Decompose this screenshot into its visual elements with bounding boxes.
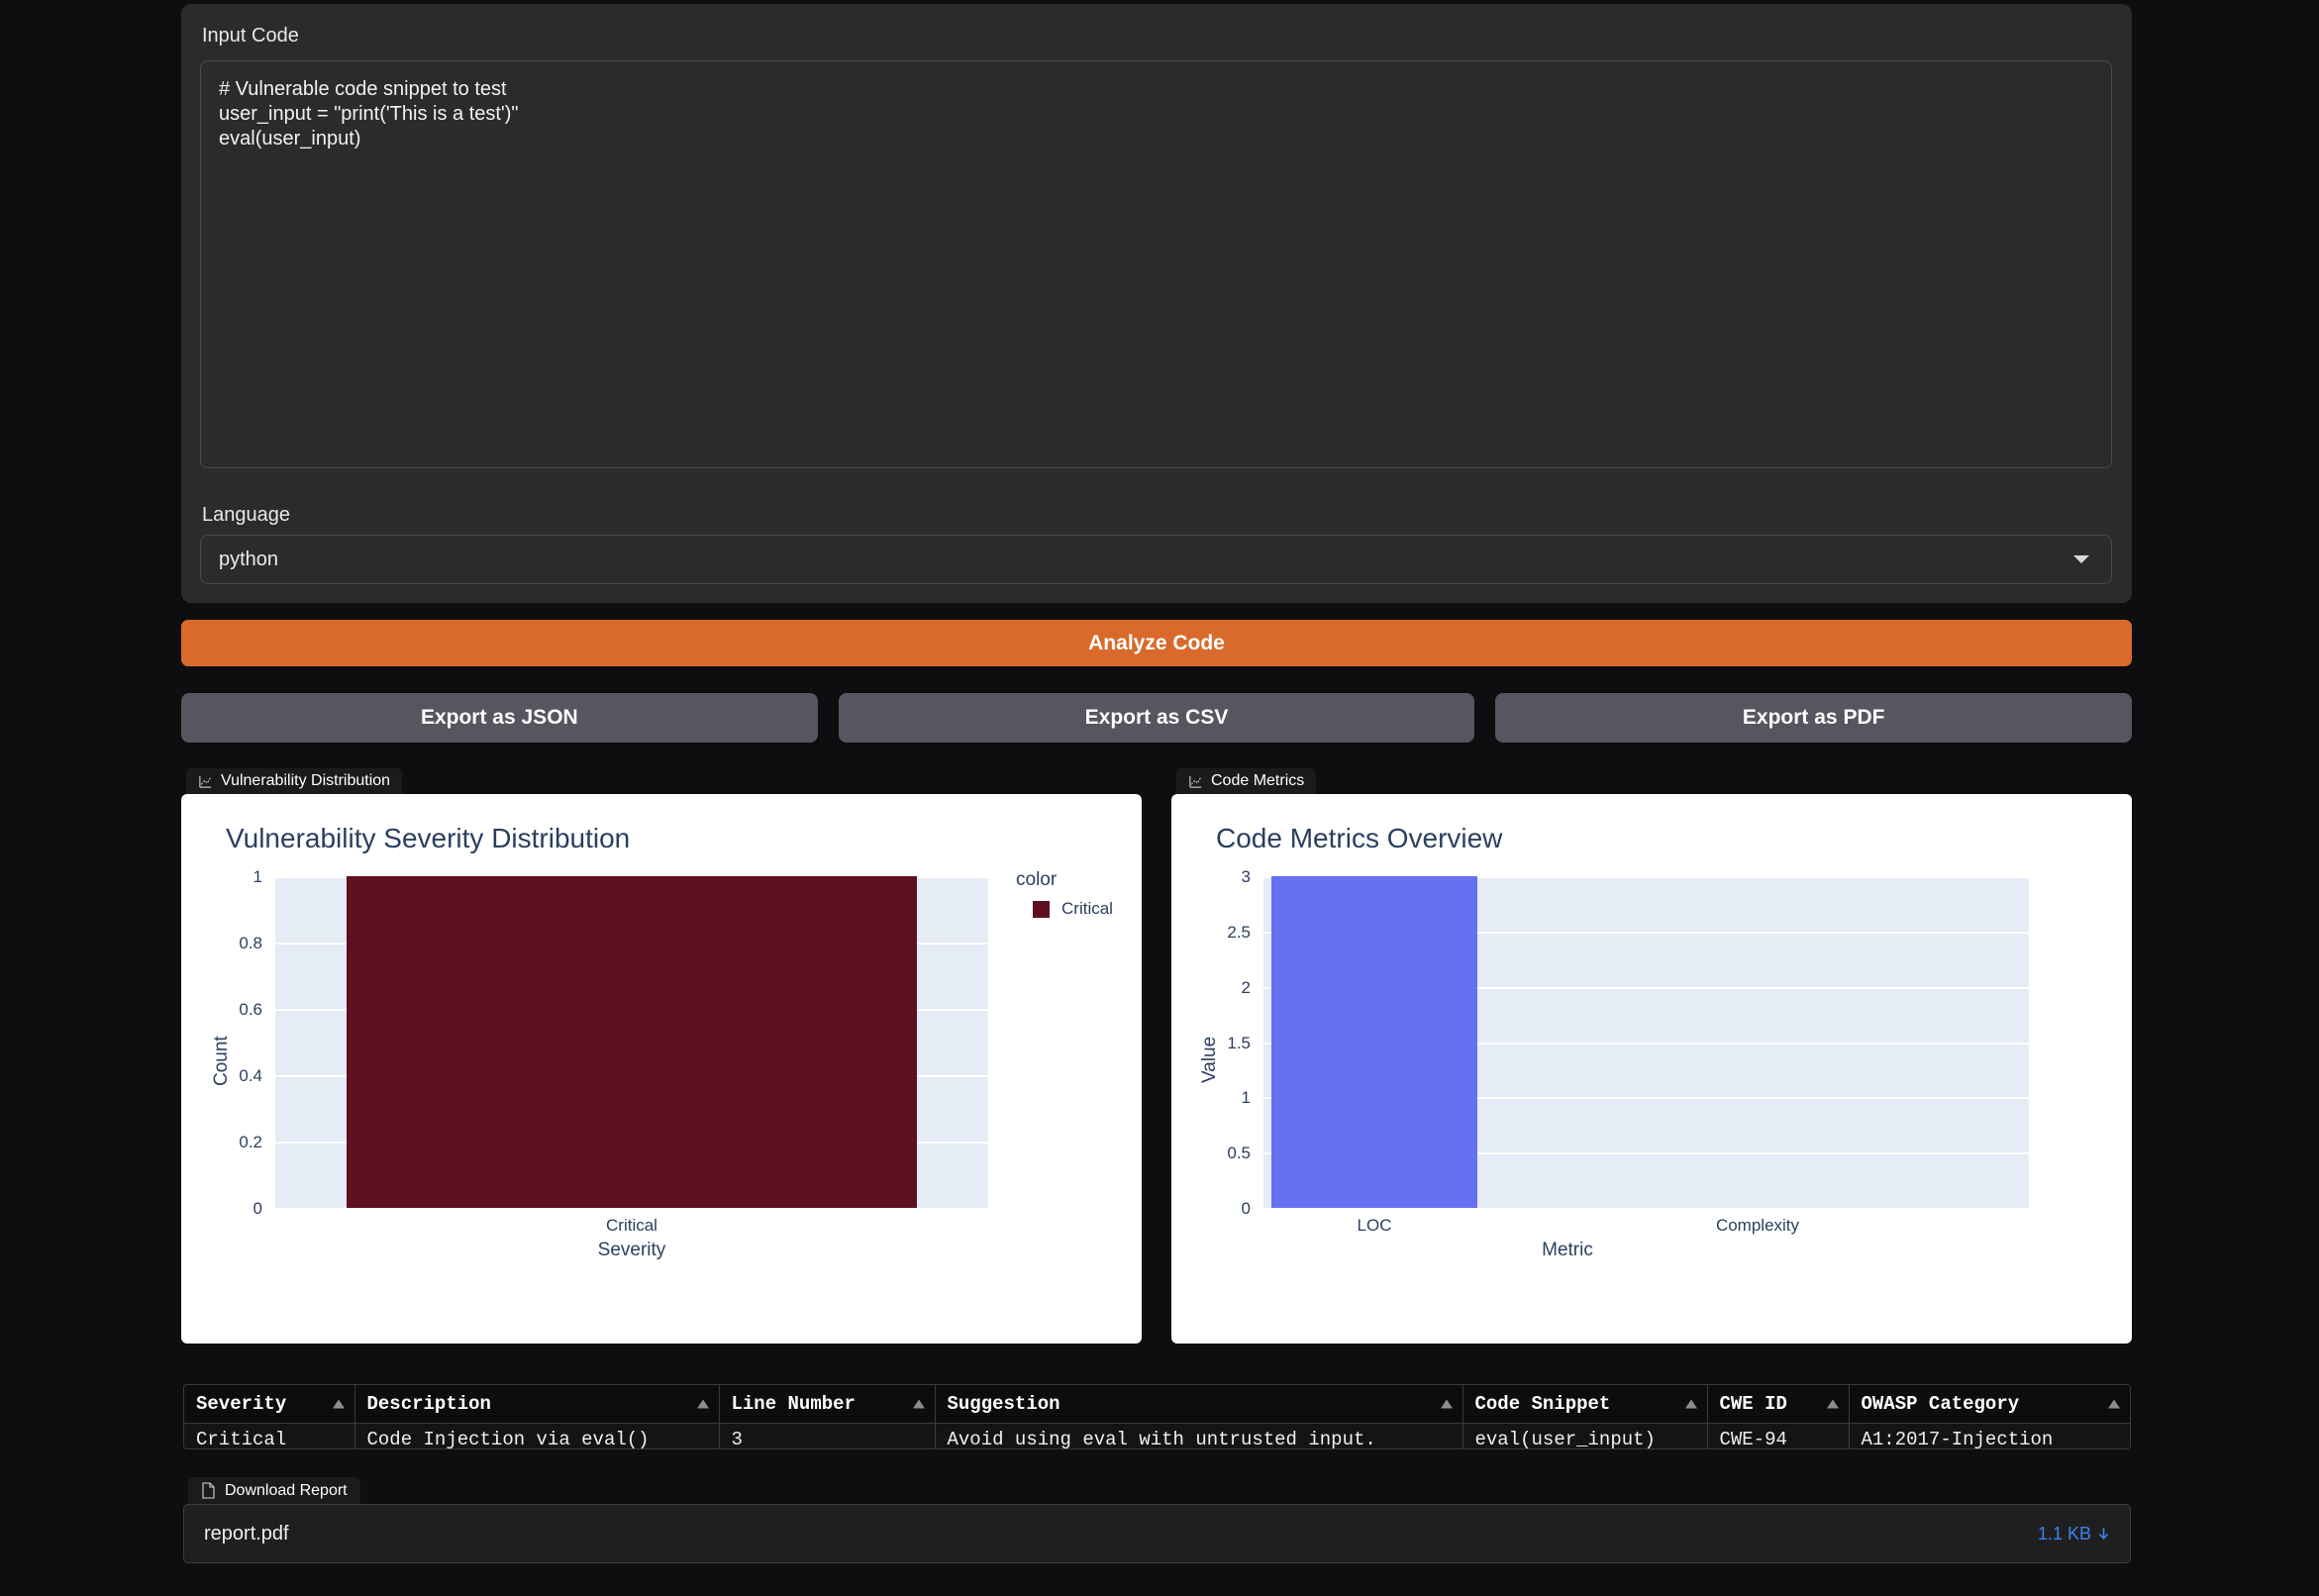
y-tick-label: 2.5 xyxy=(1227,923,1251,942)
table-row[interactable]: Critical Code Injection via eval() 3 Avo… xyxy=(184,1423,2130,1448)
download-filename: report.pdf xyxy=(204,1522,289,1545)
export-pdf-button[interactable]: Export as PDF xyxy=(1495,693,2133,743)
column-header-owasp-category[interactable]: OWASP Category xyxy=(1849,1385,2130,1424)
column-header-label: Code Snippet xyxy=(1474,1393,1611,1415)
language-label: Language xyxy=(202,504,290,526)
export-csv-button[interactable]: Export as CSV xyxy=(838,693,1475,743)
y-tick-label: 2 xyxy=(1241,978,1251,997)
input-code-label: Input Code xyxy=(202,25,299,47)
code-metrics-card: Code Metrics Overview 3 2.5 2 1.5 1 0.5 … xyxy=(1171,794,2132,1344)
column-header-label: Description xyxy=(366,1393,491,1415)
column-header-description[interactable]: Description xyxy=(354,1385,720,1424)
x-tick-label: Critical xyxy=(606,1216,657,1235)
column-header-suggestion[interactable]: Suggestion xyxy=(935,1385,1463,1424)
tab-download-report-label: Download Report xyxy=(225,1481,348,1499)
sort-ascending-icon xyxy=(1440,1399,1453,1409)
column-header-label: CWE ID xyxy=(1719,1393,1787,1415)
download-arrow-icon xyxy=(2098,1527,2109,1540)
y-axis-title: Count xyxy=(211,1036,232,1086)
x-axis-title: Severity xyxy=(597,1240,666,1260)
sort-ascending-icon xyxy=(1826,1399,1839,1409)
column-header-cwe-id[interactable]: CWE ID xyxy=(1707,1385,1850,1424)
sort-ascending-icon xyxy=(912,1399,925,1409)
gridline xyxy=(275,1208,988,1210)
bar-critical[interactable] xyxy=(347,876,917,1208)
y-tick-label: 0.5 xyxy=(1227,1144,1251,1162)
y-tick-label: 3 xyxy=(1241,867,1251,886)
cell-owasp-category: A1:2017-Injection xyxy=(1849,1423,2130,1448)
legend-swatch-icon xyxy=(1033,900,1050,918)
sort-ascending-icon xyxy=(2108,1399,2120,1409)
column-header-severity[interactable]: Severity xyxy=(184,1385,355,1424)
x-tick-label: Complexity xyxy=(1715,1216,1800,1235)
analyze-code-button[interactable]: Analyze Code xyxy=(181,620,2132,666)
y-tick-label: 0.8 xyxy=(239,934,262,952)
tab-vulnerability-distribution[interactable]: Vulnerability Distribution xyxy=(186,768,403,794)
column-header-label: Line Number xyxy=(731,1393,856,1415)
results-table: Severity Description Line Number Suggest… xyxy=(183,1384,2131,1449)
column-header-line-number[interactable]: Line Number xyxy=(719,1385,936,1424)
tab-download-report[interactable]: Download Report xyxy=(188,1477,360,1504)
language-selected-value: python xyxy=(219,548,279,570)
cell-code-snippet: eval(user_input) xyxy=(1462,1423,1708,1448)
column-header-label: Severity xyxy=(196,1393,287,1415)
column-header-label: OWASP Category xyxy=(1861,1393,2020,1415)
chart-title: Vulnerability Severity Distribution xyxy=(226,823,631,853)
download-filesize-label: 1.1 KB xyxy=(2037,1523,2091,1544)
chart-title: Code Metrics Overview xyxy=(1216,823,1503,853)
legend-title: color xyxy=(1016,869,1058,890)
y-tick-label: 0.2 xyxy=(239,1133,262,1151)
y-tick-label: 0.6 xyxy=(239,1000,262,1019)
column-header-code-snippet[interactable]: Code Snippet xyxy=(1462,1385,1708,1424)
cell-description: Code Injection via eval() xyxy=(354,1423,720,1448)
cell-severity: Critical xyxy=(184,1423,355,1448)
gridline xyxy=(1263,1208,2029,1210)
sort-ascending-icon xyxy=(332,1399,345,1409)
y-axis-title: Value xyxy=(1199,1036,1220,1083)
tab-vulnerability-distribution-label: Vulnerability Distribution xyxy=(221,772,391,789)
chart-icon xyxy=(199,775,212,788)
chart-icon xyxy=(1189,775,1202,788)
column-header-label: Suggestion xyxy=(947,1393,1060,1415)
cell-cwe-id: CWE-94 xyxy=(1707,1423,1850,1448)
code-input[interactable] xyxy=(200,60,2112,468)
bar-loc[interactable] xyxy=(1271,876,1477,1208)
sort-ascending-icon xyxy=(1684,1399,1697,1409)
input-code-panel: Input Code Language python xyxy=(181,4,2132,603)
y-tick-label: 0 xyxy=(252,1199,262,1218)
download-report-section: Download Report report.pdf 1.1 KB xyxy=(183,1477,2131,1592)
y-tick-label: 0 xyxy=(1241,1199,1251,1218)
export-button-row: Export as JSON Export as CSV Export as P… xyxy=(181,693,2133,743)
file-icon xyxy=(202,1482,215,1499)
download-file-row[interactable]: report.pdf 1.1 KB xyxy=(183,1504,2131,1563)
x-tick-label: LOC xyxy=(1357,1216,1392,1235)
app-root: Input Code Language python Analyze Code … xyxy=(0,0,2319,1596)
language-select[interactable]: python xyxy=(200,535,2112,584)
export-json-button[interactable]: Export as JSON xyxy=(181,693,818,743)
y-tick-label: 1 xyxy=(252,867,262,886)
vulnerability-distribution-card: Vulnerability Severity Distribution 1 0.… xyxy=(181,794,1142,1344)
tab-code-metrics-label: Code Metrics xyxy=(1211,772,1305,789)
cell-suggestion: Avoid using eval with untrusted input. xyxy=(935,1423,1463,1448)
x-axis-title: Metric xyxy=(1542,1240,1593,1260)
chevron-down-icon xyxy=(2073,555,2089,563)
legend-item-critical[interactable]: Critical xyxy=(1033,899,1113,919)
download-size-link[interactable]: 1.1 KB xyxy=(2038,1524,2110,1545)
cell-line-number: 3 xyxy=(719,1423,936,1448)
y-tick-label: 1 xyxy=(1241,1088,1251,1107)
tab-code-metrics[interactable]: Code Metrics xyxy=(1176,768,1317,794)
charts-row: Vulnerability Distribution Code Metrics … xyxy=(181,768,2132,1362)
table-header-row: Severity Description Line Number Suggest… xyxy=(184,1385,2130,1424)
legend-item-label: Critical xyxy=(1061,899,1113,918)
sort-ascending-icon xyxy=(696,1399,709,1409)
